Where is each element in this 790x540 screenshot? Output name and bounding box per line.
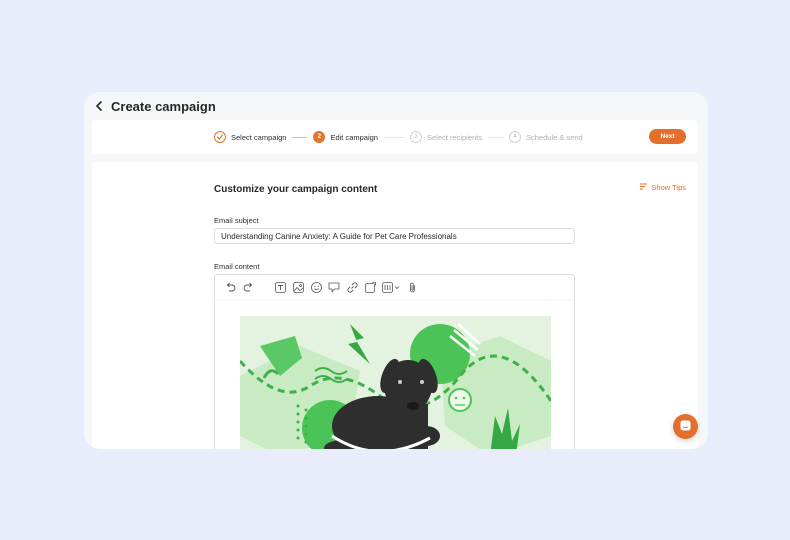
step-label: Select campaign (231, 132, 287, 142)
undo-icon[interactable] (223, 280, 237, 294)
check-icon (214, 131, 226, 143)
hero-image (240, 316, 551, 449)
editor-toolbar (215, 275, 574, 299)
step-number: 2 (313, 131, 326, 143)
step-label: Select recipients (426, 132, 483, 142)
redo-icon[interactable] (241, 280, 255, 294)
step-number: 4 (509, 131, 522, 143)
stepper: Select campaign 2 Edit campaign 3 Select… (214, 120, 583, 154)
step-schedule-send[interactable]: 4 Schedule & send (509, 131, 583, 143)
edit-box-icon[interactable] (363, 280, 377, 294)
show-tips-link[interactable]: Show Tips (640, 183, 686, 192)
chat-icon (680, 418, 691, 436)
speech-bubble-icon[interactable] (327, 280, 341, 294)
app-frame: Create campaign Select campaign 2 Edit c… (84, 92, 708, 449)
email-subject-input[interactable] (214, 228, 575, 244)
show-tips-label: Show Tips (651, 183, 686, 192)
image-icon[interactable] (291, 280, 305, 294)
step-connector (383, 136, 404, 138)
section-title: Customize your campaign content (214, 184, 378, 195)
chat-button[interactable] (673, 414, 698, 439)
step-edit-campaign[interactable]: 2 Edit campaign (313, 131, 378, 143)
chevron-left-icon[interactable] (95, 101, 105, 111)
step-connector (292, 136, 308, 138)
step-select-campaign[interactable]: Select campaign (214, 131, 286, 143)
email-content-editor[interactable] (214, 274, 575, 449)
email-content-label: Email content (214, 262, 260, 271)
emoji-icon[interactable] (309, 280, 323, 294)
email-subject-label: Email subject (214, 216, 259, 225)
next-button[interactable]: Next (649, 129, 686, 144)
variable-icon[interactable] (381, 280, 401, 294)
editor-body[interactable] (215, 299, 574, 449)
content-card: Customize your campaign content Show Tip… (92, 162, 698, 449)
attachment-icon[interactable] (405, 280, 419, 294)
step-number: 3 (409, 131, 422, 143)
step-label: Schedule & send (526, 132, 583, 142)
step-select-recipients[interactable]: 3 Select recipients (409, 131, 483, 143)
tips-icon (640, 183, 648, 192)
step-label: Edit campaign (330, 132, 378, 142)
text-icon[interactable] (273, 280, 287, 294)
page-title: Create campaign (111, 98, 216, 114)
stepper-card: Select campaign 2 Edit campaign 3 Select… (92, 120, 698, 154)
page-header: Create campaign (95, 94, 216, 118)
step-connector (488, 136, 504, 138)
link-icon[interactable] (345, 280, 359, 294)
